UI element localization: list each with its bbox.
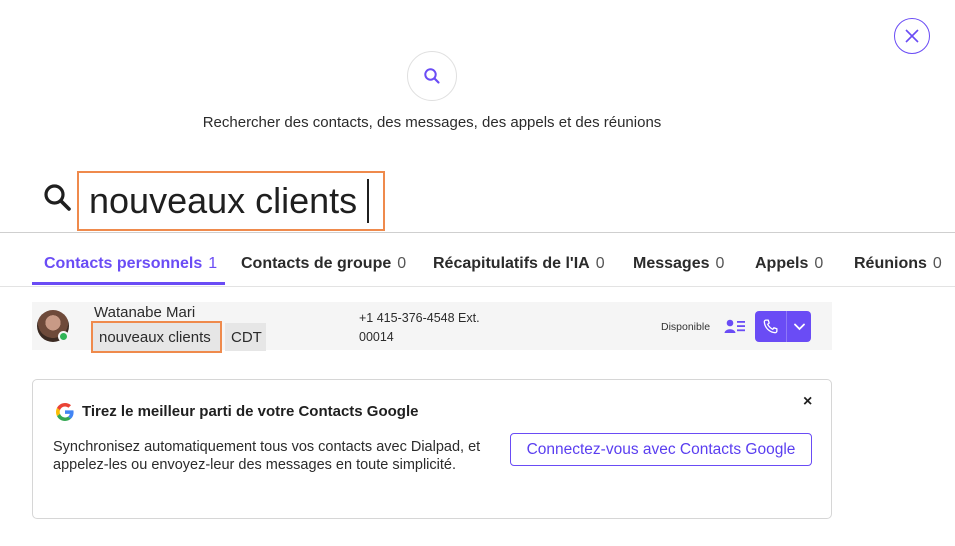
contact-tag: CDT — [225, 323, 266, 351]
presence-indicator — [58, 331, 69, 342]
call-options-dropdown[interactable] — [787, 311, 811, 342]
search-icon — [424, 68, 440, 84]
tab-count: 0 — [595, 255, 605, 272]
search-input[interactable] — [89, 180, 371, 222]
phone-extension: 00014 — [359, 330, 394, 344]
tab-contacts-personnels[interactable]: Contacts personnels 1 — [44, 255, 217, 273]
search-icon — [44, 184, 71, 211]
contact-card-icon[interactable] — [724, 318, 746, 334]
tab-label: Contacts personnels — [44, 255, 203, 272]
tab-appels[interactable]: Appels 0 — [755, 255, 823, 273]
phone-number: +1 415-376-4548 Ext. — [359, 311, 480, 325]
tab-label: Réunions — [854, 255, 927, 272]
contact-phone: +1 415-376-4548 Ext. 00014 — [359, 309, 480, 347]
promo-title: Tirez le meilleur parti de votre Contact… — [82, 403, 419, 420]
tab-contacts-de-groupe[interactable]: Contacts de groupe 0 — [241, 255, 406, 273]
tab-label: Messages — [633, 255, 710, 272]
call-button[interactable] — [755, 311, 787, 342]
active-tab-indicator — [32, 282, 225, 285]
text-caret — [367, 179, 369, 223]
tab-count: 0 — [932, 255, 942, 272]
tab-count: 0 — [397, 255, 407, 272]
tab-count: 1 — [208, 255, 218, 272]
tab-label: Contacts de groupe — [241, 255, 392, 272]
tab-label: Récapitulatifs de l'IA — [433, 255, 590, 272]
promo-close-button[interactable]: × — [803, 393, 812, 411]
availability-status: Disponible — [661, 321, 711, 333]
tab-count: 0 — [715, 255, 725, 272]
close-search-button[interactable] — [894, 18, 930, 54]
search-field[interactable] — [77, 171, 385, 231]
contact-tag: nouveaux clients — [91, 321, 222, 353]
google-logo — [56, 403, 74, 421]
tab-reunions[interactable]: Réunions 0 — [854, 255, 942, 273]
connect-google-contacts-button[interactable]: Connectez-vous avec Contacts Google — [510, 433, 812, 466]
contact-result-row[interactable]: Watanabe Mari nouveaux clients CDT +1 41… — [32, 302, 832, 353]
contact-name: Watanabe Mari — [94, 304, 196, 321]
call-button-group — [755, 311, 811, 342]
tab-label: Appels — [755, 255, 809, 272]
close-icon — [905, 29, 919, 43]
search-hint: Rechercher des contacts, des messages, d… — [202, 114, 662, 131]
google-contacts-promo: Tirez le meilleur parti de votre Contact… — [32, 379, 832, 519]
hero-search-badge — [407, 51, 457, 101]
tab-recapitulatifs-ia[interactable]: Récapitulatifs de l'IA 0 — [433, 255, 605, 273]
tab-count: 0 — [814, 255, 824, 272]
tab-messages[interactable]: Messages 0 — [633, 255, 724, 273]
chevron-down-icon — [793, 323, 805, 330]
phone-icon — [763, 319, 778, 334]
result-tabs: Contacts personnels 1 Contacts de groupe 0… — [0, 233, 955, 287]
promo-description: Synchronisez automatiquement tous vos co… — [53, 439, 481, 473]
